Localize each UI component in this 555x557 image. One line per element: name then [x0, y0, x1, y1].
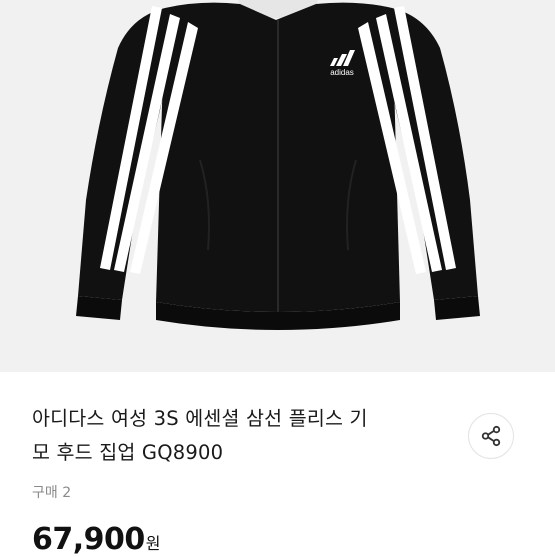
brand-logo-text: adidas: [330, 68, 354, 77]
share-button[interactable]: [468, 413, 514, 459]
hoodie-illustration: adidas: [76, 0, 480, 330]
product-info: 아디다스 여성 3S 에센셜 삼선 플리스 기 모 후드 집업 GQ8900 구…: [0, 372, 555, 557]
purchase-count: 구매 2: [32, 485, 72, 501]
price-row: 67,900원: [32, 522, 161, 557]
product-title-line2: 모 후드 집업 GQ8900: [32, 441, 224, 464]
currency-unit: 원: [145, 534, 161, 553]
product-image[interactable]: adidas: [0, 0, 555, 372]
share-icon: [481, 425, 501, 447]
product-title: 아디다스 여성 3S 에센셜 삼선 플리스 기 모 후드 집업 GQ8900: [32, 402, 432, 470]
product-title-line1: 아디다스 여성 3S 에센셜 삼선 플리스 기: [32, 407, 368, 430]
price-value: 67,900: [32, 522, 145, 557]
